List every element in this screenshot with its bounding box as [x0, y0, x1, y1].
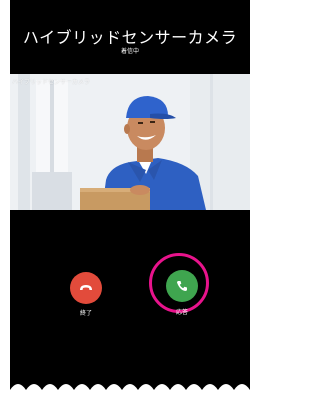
answer-call-label: 応答	[175, 309, 188, 316]
call-screen: ハイブリッドセンサーカメラ 着信中 ハイブリッドセンサーカメラ 終了 応答	[10, 0, 250, 405]
answer-call-button[interactable]	[166, 270, 198, 302]
end-call-label: 終了	[79, 310, 92, 317]
call-controls: 終了 応答	[10, 210, 250, 380]
call-status: 着信中	[120, 48, 139, 55]
camera-video-feed: ハイブリッドセンサーカメラ	[10, 74, 250, 210]
phone-answer-icon	[177, 281, 187, 291]
end-call-button[interactable]	[70, 272, 102, 304]
caller-title: ハイブリッドセンサーカメラ	[22, 28, 238, 47]
phone-hangup-icon	[80, 285, 92, 290]
torn-edge	[10, 384, 250, 405]
visitor-image	[10, 74, 250, 210]
camera-name-overlay: ハイブリッドセンサーカメラ	[12, 79, 90, 86]
call-header: ハイブリッドセンサーカメラ 着信中	[10, 0, 250, 74]
